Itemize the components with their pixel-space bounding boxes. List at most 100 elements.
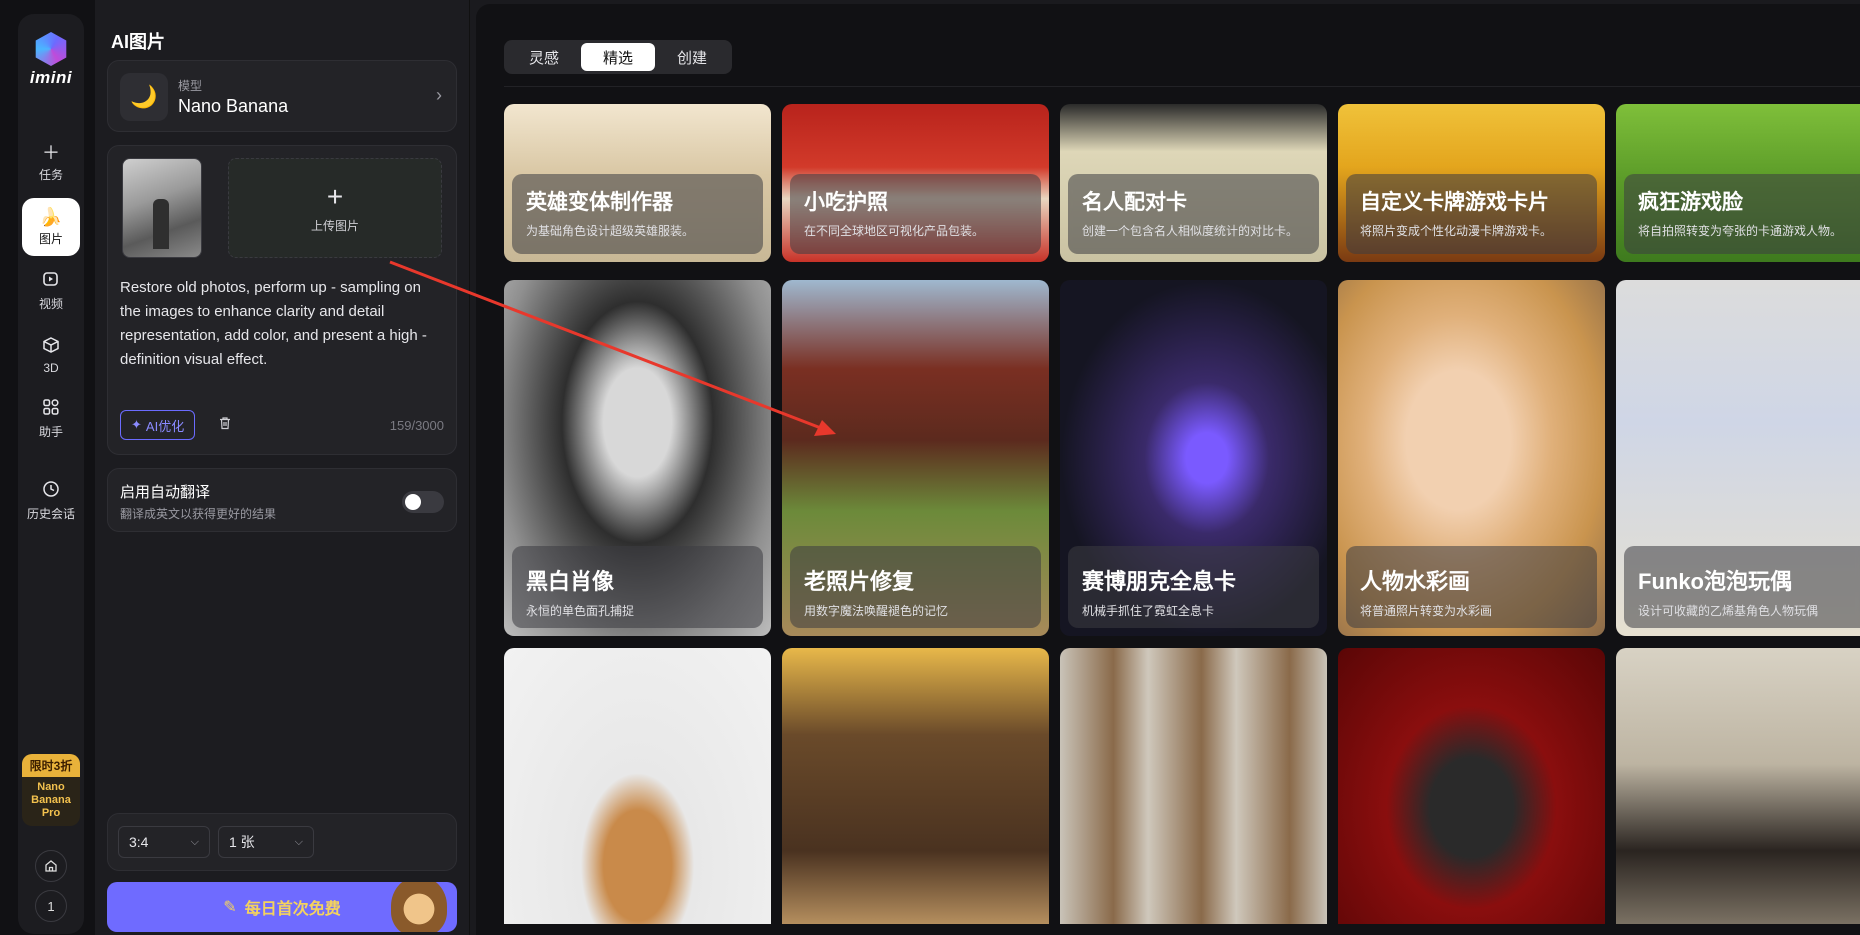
- upload-image-button[interactable]: + 上传图片: [228, 158, 442, 258]
- template-card[interactable]: 人物水彩画 将普通照片转变为水彩画: [1338, 280, 1605, 636]
- edit-icon: ✎: [223, 899, 237, 916]
- promo-badge[interactable]: 限时3折 Nano Banana Pro: [22, 754, 80, 826]
- nav-label: 视频: [38, 297, 63, 311]
- nav-label: 3D: [43, 360, 59, 375]
- card-desc: 为基础角色设计超级英雄服装。: [526, 224, 695, 238]
- card-caption: 老照片修复 用数字魔法唤醒褪色的记忆: [790, 546, 1041, 628]
- card-title: 黑白肖像: [526, 569, 615, 594]
- nav-label: 任务: [38, 168, 63, 182]
- app-logo[interactable]: imini: [18, 32, 84, 88]
- cube-icon: [42, 336, 60, 358]
- nav-label: 图片: [38, 232, 63, 246]
- image-count-select[interactable]: 1 张 ⌵: [218, 826, 314, 858]
- nav-item-video[interactable]: 视频: [22, 262, 80, 320]
- monkey-mascot-icon: [391, 882, 447, 932]
- model-label: 模型: [178, 79, 203, 93]
- generate-button[interactable]: ✎ 每日首次免费: [107, 882, 457, 932]
- promo-discount: 限时3折: [22, 754, 80, 777]
- generate-label: 每日首次免费: [244, 901, 341, 918]
- gallery-tabs: 灵感 精选 创建: [504, 40, 733, 74]
- card-caption: 人物水彩画 将普通照片转变为水彩画: [1346, 546, 1597, 628]
- translate-toggle[interactable]: [402, 491, 444, 513]
- card-title: 老照片修复: [804, 569, 915, 594]
- translate-title: 启用自动翻译: [120, 484, 211, 501]
- translate-setting: 启用自动翻译 翻译成英文以获得更好的结果: [107, 468, 457, 532]
- card-desc: 设计可收藏的乙烯基角色人物玩偶: [1638, 604, 1819, 618]
- nav-item-history[interactable]: 历史会话: [22, 472, 80, 530]
- template-card[interactable]: [1338, 648, 1605, 924]
- model-selector[interactable]: 🌙 模型 Nano Banana ›: [107, 60, 457, 132]
- template-card[interactable]: Funko泡泡玩偶 设计可收藏的乙烯基角色人物玩偶: [1616, 280, 1860, 636]
- account-button[interactable]: 1: [35, 890, 67, 922]
- template-card[interactable]: [1060, 648, 1327, 924]
- card-caption: 小吃护照 在不同全球地区可视化产品包装。: [790, 174, 1041, 254]
- clock-icon: [42, 480, 60, 502]
- chevron-down-icon: ⌵: [190, 835, 199, 848]
- tab-inspiration[interactable]: 灵感: [507, 43, 581, 71]
- card-title: 自定义卡牌游戏卡片: [1360, 191, 1549, 214]
- promo-product: Nano Banana Pro: [22, 777, 80, 820]
- grid-icon: [42, 398, 60, 420]
- template-card[interactable]: 自定义卡牌游戏卡片 将照片变成个性化动漫卡牌游戏卡。: [1338, 104, 1605, 262]
- rail-container: imini ＋ 任务 🍌 图片 视频 3D 助手 历史会话 限时3折 Nano …: [18, 14, 84, 934]
- template-card[interactable]: 英雄变体制作器 为基础角色设计超级英雄服装。: [504, 104, 771, 262]
- template-card[interactable]: [504, 648, 771, 924]
- generator-panel: AI图片 🌙 模型 Nano Banana › + 上传图片 Restore o…: [95, 0, 470, 935]
- promo-line: Banana: [31, 794, 71, 806]
- card-caption: 疯狂游戏脸 将自拍照转变为夸张的卡通游戏人物。: [1624, 174, 1860, 254]
- trash-icon[interactable]: [218, 416, 232, 433]
- nav-item-3d[interactable]: 3D: [22, 326, 80, 384]
- card-desc: 将照片变成个性化动漫卡牌游戏卡。: [1360, 224, 1553, 238]
- nav-label: 助手: [38, 425, 63, 439]
- logo-icon: [35, 32, 67, 66]
- ai-optimize-label: AI优化: [145, 418, 185, 434]
- left-rail: imini ＋ 任务 🍌 图片 视频 3D 助手 历史会话 限时3折 Nano …: [0, 0, 95, 935]
- character-counter: 159/3000: [389, 418, 444, 433]
- translate-subtitle: 翻译成英文以获得更好的结果: [120, 507, 277, 521]
- template-card[interactable]: 小吃护照 在不同全球地区可视化产品包装。: [782, 104, 1049, 262]
- chevron-down-icon: ⌵: [294, 835, 303, 848]
- home-button[interactable]: [35, 850, 67, 882]
- plus-icon: ＋: [42, 143, 60, 163]
- card-caption: 赛博朋克全息卡 机械手抓住了霓虹全息卡: [1068, 546, 1319, 628]
- card-title: 小吃护照: [804, 191, 888, 214]
- uploaded-image-thumbnail[interactable]: [122, 158, 202, 258]
- sparkle-icon: ✦: [131, 417, 142, 432]
- promo-line: Nano: [37, 781, 65, 793]
- template-card[interactable]: 疯狂游戏脸 将自拍照转变为夸张的卡通游戏人物。: [1616, 104, 1860, 262]
- rail-nav: ＋ 任务 🍌 图片 视频 3D 助手: [18, 134, 84, 454]
- aspect-ratio-value: 3:4: [129, 834, 149, 850]
- nav-item-tasks[interactable]: ＋ 任务: [22, 134, 80, 192]
- card-desc: 将自拍照转变为夸张的卡通游戏人物。: [1638, 224, 1843, 238]
- card-caption: Funko泡泡玩偶 设计可收藏的乙烯基角色人物玩偶: [1624, 546, 1860, 628]
- template-card[interactable]: 名人配对卡 创建一个包含名人相似度统计的对比卡。: [1060, 104, 1327, 262]
- promo-line: Pro: [41, 807, 61, 819]
- ai-optimize-button[interactable]: ✦ AI优化: [120, 410, 196, 440]
- card-title: 赛博朋克全息卡: [1082, 569, 1237, 594]
- output-options: 3:4 ⌵ 1 张 ⌵: [107, 813, 457, 871]
- model-value: Nano Banana: [178, 96, 289, 116]
- tab-create[interactable]: 创建: [655, 43, 729, 71]
- upload-label: 上传图片: [310, 218, 359, 233]
- tab-featured[interactable]: 精选: [581, 43, 656, 71]
- aspect-ratio-select[interactable]: 3:4 ⌵: [118, 826, 210, 858]
- card-desc: 机械手抓住了霓虹全息卡: [1082, 604, 1215, 618]
- template-card[interactable]: [1616, 648, 1860, 924]
- template-grid: 英雄变体制作器 为基础角色设计超级英雄服装。 小吃护照 在不同全球地区可视化产品…: [504, 104, 1860, 924]
- chevron-right-icon: ›: [436, 85, 442, 105]
- template-gallery: 灵感 精选 创建 英雄变体制作器 为基础角色设计超级英雄服装。 小吃护照 在不同…: [476, 4, 1860, 935]
- image-count-value: 1 张: [229, 834, 255, 850]
- prompt-input[interactable]: Restore old photos, perform up - samplin…: [120, 276, 445, 372]
- card-title: 人物水彩画: [1360, 569, 1471, 594]
- nav-item-assistant[interactable]: 助手: [22, 390, 80, 448]
- template-card[interactable]: 黑白肖像 永恒的单色面孔捕捉: [504, 280, 771, 636]
- template-card[interactable]: [782, 648, 1049, 924]
- nav-item-image[interactable]: 🍌 图片: [22, 198, 80, 256]
- card-title: Funko泡泡玩偶: [1638, 569, 1792, 594]
- card-title: 疯狂游戏脸: [1638, 191, 1743, 214]
- banana-icon: 🌙: [120, 73, 168, 121]
- template-card[interactable]: 赛博朋克全息卡 机械手抓住了霓虹全息卡: [1060, 280, 1327, 636]
- panel-title: AI图片: [111, 32, 165, 52]
- template-card[interactable]: 老照片修复 用数字魔法唤醒褪色的记忆: [782, 280, 1049, 636]
- banana-icon: 🍌: [39, 207, 63, 227]
